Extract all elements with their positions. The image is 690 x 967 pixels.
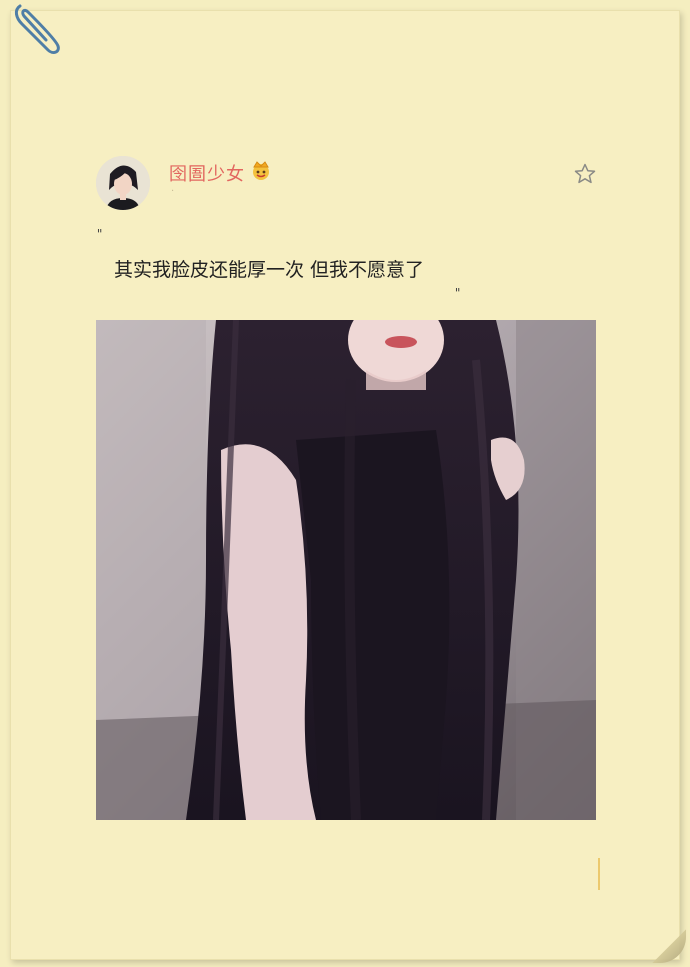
quote-open-mark: " bbox=[96, 227, 104, 241]
paperclip-icon bbox=[10, 0, 64, 60]
post-subtitle: · bbox=[171, 186, 175, 197]
post-photo[interactable] bbox=[96, 320, 596, 820]
quote-close-mark: " bbox=[454, 286, 462, 300]
avatar[interactable] bbox=[96, 156, 150, 210]
decorative-tick bbox=[598, 858, 600, 890]
page-curl bbox=[652, 929, 686, 963]
star-icon[interactable] bbox=[573, 162, 597, 186]
post-quote-text: 其实我脸皮还能厚一次 但我不愿意了 bbox=[114, 259, 425, 281]
crown-icon bbox=[250, 159, 272, 181]
username[interactable]: 囹圄少女 bbox=[169, 160, 245, 186]
